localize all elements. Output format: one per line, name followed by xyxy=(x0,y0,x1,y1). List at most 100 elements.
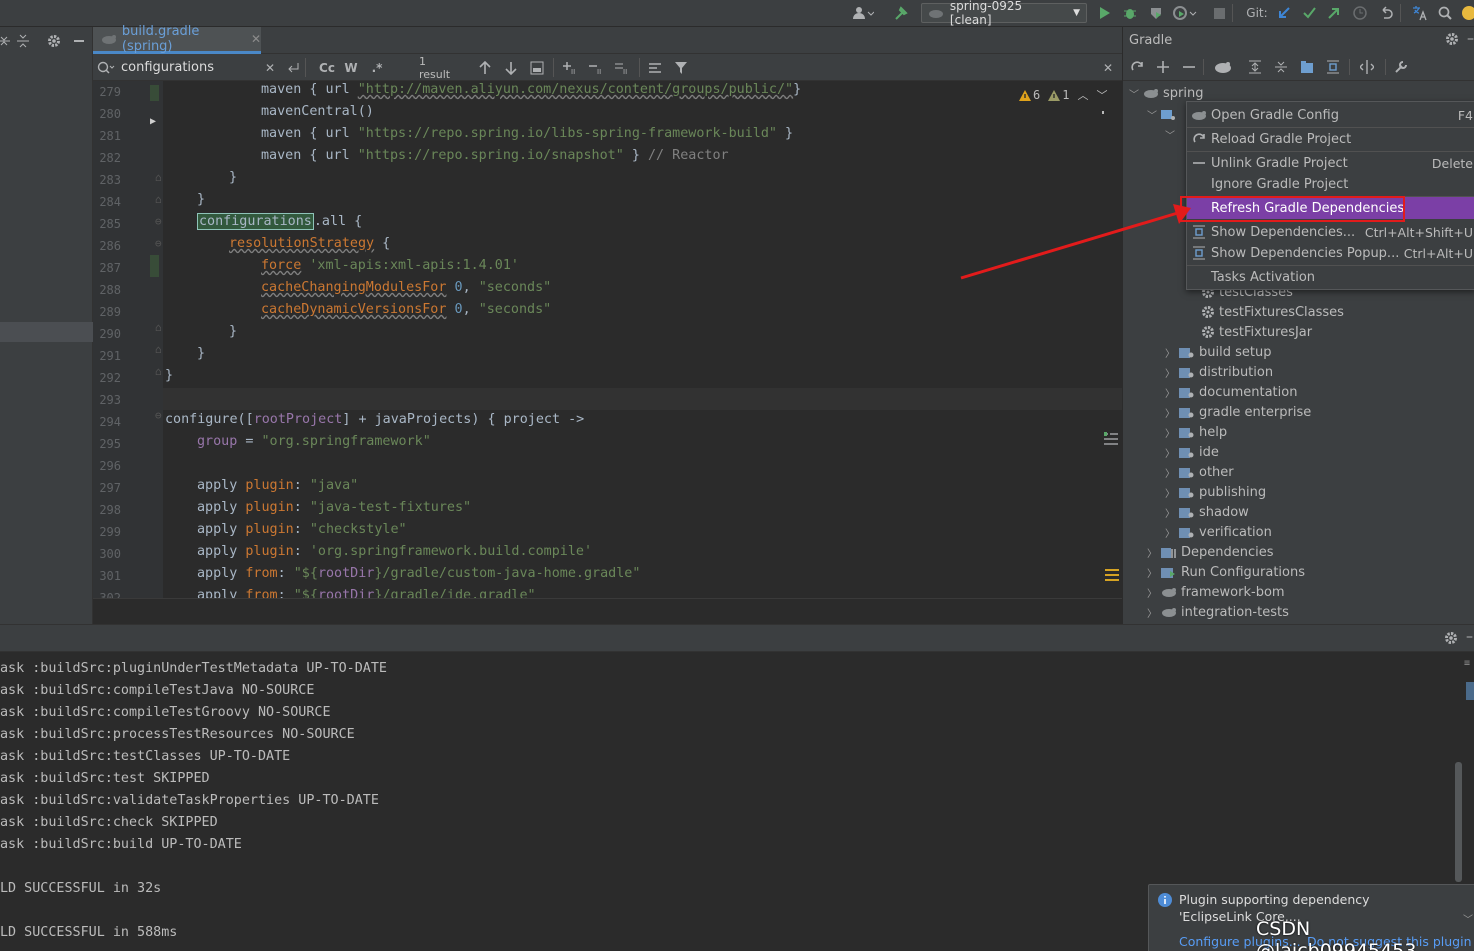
chevron-down-icon[interactable]: ﹀ xyxy=(1165,127,1175,142)
filter-search-results-icon[interactable] xyxy=(529,59,545,77)
history-icon[interactable] xyxy=(1352,4,1368,22)
chevron-right-icon[interactable]: 〉 xyxy=(1165,365,1175,380)
chevron-right-icon[interactable]: 〉 xyxy=(1165,485,1175,500)
collapse-all-icon[interactable] xyxy=(1273,59,1289,75)
chevron-right-icon[interactable]: 〉 xyxy=(1165,345,1175,360)
remove-occurrence-icon[interactable]: II xyxy=(587,59,605,77)
gradle-task-node[interactable]: testFixturesClasses xyxy=(1201,302,1344,322)
warning-count[interactable]: 6 xyxy=(1019,88,1040,102)
rollback-icon[interactable] xyxy=(1378,4,1394,22)
expand-collapse-icon[interactable] xyxy=(16,32,30,50)
gradle-root-node[interactable]: ﹀ spring xyxy=(1129,83,1203,103)
git-push-icon[interactable] xyxy=(1326,4,1342,22)
menu-item-ignore-gradle-project[interactable]: Ignore Gradle Project xyxy=(1187,173,1474,195)
user-icon[interactable] xyxy=(850,4,876,22)
ide-update-icon[interactable] xyxy=(1462,4,1474,22)
filter-icon[interactable] xyxy=(673,59,689,77)
gradle-dependencies-node[interactable]: 〉 Dependencies xyxy=(1147,542,1274,562)
stop-icon[interactable] xyxy=(1212,4,1226,22)
clear-search-icon[interactable]: ✕ xyxy=(263,59,277,77)
inspection-widget[interactable]: 6 1 ︿ ﹀ xyxy=(1019,87,1107,103)
menu-item-open-gradle-config[interactable]: Open Gradle Config F4 xyxy=(1187,104,1474,126)
gradle-module-node[interactable]: 〉 framework-bom xyxy=(1147,582,1285,602)
gradle-task-group-node[interactable]: 〉 gradle enterprise xyxy=(1165,402,1311,422)
build-hammer-icon[interactable] xyxy=(892,4,910,22)
gradle-tasks-node[interactable]: ﹀ xyxy=(1147,104,1175,124)
add-project-icon[interactable] xyxy=(1155,59,1171,75)
profile-icon[interactable] xyxy=(1172,4,1198,22)
offline-mode-icon[interactable] xyxy=(1359,59,1375,75)
hide-gradle-icon[interactable]: – xyxy=(1467,31,1474,47)
chevron-down-icon[interactable]: ﹀ xyxy=(1129,86,1139,101)
chevron-right-icon[interactable]: 〉 xyxy=(1165,465,1175,480)
execute-task-icon[interactable] xyxy=(1213,59,1233,75)
new-line-icon[interactable] xyxy=(285,59,301,77)
chevron-right-icon[interactable]: 〉 xyxy=(1165,385,1175,400)
close-tab-icon[interactable]: ✕ xyxy=(251,32,261,46)
project-tree-selected-row[interactable] xyxy=(0,322,93,342)
console-vertical-scrollbar[interactable] xyxy=(1455,762,1462,882)
chevron-right-icon[interactable]: 〉 xyxy=(1165,505,1175,520)
gradle-module-node[interactable]: 〉 integration-tests xyxy=(1147,602,1289,622)
menu-item-tasks-activation[interactable]: Tasks Activation xyxy=(1187,266,1474,288)
search-history-icon[interactable] xyxy=(97,61,115,75)
menu-item-show-dependencies-popup[interactable]: Show Dependencies Popup... Ctrl+Alt+U xyxy=(1187,242,1474,264)
show-dependencies-icon[interactable] xyxy=(1325,59,1341,75)
editor-horizontal-scroll[interactable] xyxy=(93,598,1122,624)
chevron-right-icon[interactable]: 〉 xyxy=(1147,565,1157,580)
previous-occurrence-icon[interactable] xyxy=(477,59,493,77)
fold-marker-icon[interactable]: ⌂ xyxy=(155,193,162,206)
menu-item-unlink-gradle-project[interactable]: Unlink Gradle Project Delete xyxy=(1187,152,1474,174)
search-everywhere-icon[interactable] xyxy=(1437,4,1453,22)
chevron-right-icon[interactable]: 〉 xyxy=(1165,425,1175,440)
gradle-task-group-node[interactable]: 〉 publishing xyxy=(1165,482,1266,502)
chevron-right-icon[interactable]: 〉 xyxy=(1165,525,1175,540)
coverage-icon[interactable] xyxy=(1148,4,1164,22)
group-modules-icon[interactable] xyxy=(1299,59,1315,75)
add-occurrence-icon[interactable]: II xyxy=(561,59,579,77)
gradle-task-group-node[interactable]: 〉 shadow xyxy=(1165,502,1249,522)
chevron-right-icon[interactable]: 〉 xyxy=(1147,545,1157,560)
param-hints-icon[interactable] xyxy=(1103,431,1119,447)
search-in-selection-icon[interactable] xyxy=(647,59,663,77)
menu-item-reload-gradle-project[interactable]: Reload Gradle Project xyxy=(1187,128,1474,150)
select-all-occurrences-icon[interactable]: II xyxy=(613,59,631,77)
fold-marker-icon[interactable]: ⌂ xyxy=(155,171,162,184)
menu-item-show-dependencies[interactable]: Show Dependencies... Ctrl+Alt+Shift+U xyxy=(1187,221,1474,243)
chevron-right-icon[interactable]: 〉 xyxy=(1147,605,1157,620)
fold-marker-icon[interactable]: ⌂ xyxy=(155,321,162,334)
run-gutter-icon[interactable]: ▶ xyxy=(150,116,156,127)
settings-gear-icon[interactable] xyxy=(46,32,62,50)
error-stripe-mark[interactable] xyxy=(1102,111,1104,114)
close-find-bar-icon[interactable]: ✕ xyxy=(1101,59,1115,77)
hide-panel-icon[interactable] xyxy=(72,32,86,50)
previous-problem-icon[interactable]: ︿ xyxy=(1077,87,1088,103)
gradle-task-group-node[interactable]: 〉 other xyxy=(1165,462,1234,482)
weak-warning-count[interactable]: 1 xyxy=(1048,88,1069,102)
run-configuration-select[interactable]: spring-0925 [clean] ▼ xyxy=(921,0,1087,27)
build-tool-settings-icon[interactable] xyxy=(1393,59,1409,75)
error-stripe-marks[interactable] xyxy=(1105,569,1119,581)
chevron-down-icon[interactable]: ﹀ xyxy=(1147,107,1157,122)
gradle-task-node[interactable]: testFixturesJar xyxy=(1201,322,1312,342)
tab-build-gradle[interactable]: build.gradle (spring) ✕ xyxy=(93,24,261,54)
fold-marker-icon[interactable]: ⌂ xyxy=(155,365,162,378)
fold-marker-icon[interactable]: ⊖ xyxy=(155,409,162,422)
run-panel-settings-icon[interactable] xyxy=(1444,631,1458,645)
git-update-icon[interactable] xyxy=(1276,4,1292,22)
gradle-run-configurations-node[interactable]: 〉 Run Configurations xyxy=(1147,562,1305,582)
gradle-settings-icon[interactable] xyxy=(1445,32,1459,46)
chevron-right-icon[interactable]: 〉 xyxy=(1165,445,1175,460)
expand-all-icon[interactable] xyxy=(1247,59,1263,75)
translate-icon[interactable] xyxy=(1410,4,1428,22)
remove-project-icon[interactable] xyxy=(1181,59,1197,75)
gradle-task-group-node[interactable]: 〉 help xyxy=(1165,422,1227,442)
match-case-toggle[interactable]: Cc xyxy=(317,59,337,77)
regex-toggle[interactable]: .* xyxy=(369,59,385,77)
collapse-all-icon[interactable] xyxy=(0,32,12,50)
scroll-to-end-icon[interactable] xyxy=(1466,682,1474,700)
gradle-task-group-node[interactable]: 〉 documentation xyxy=(1165,382,1297,402)
code-editor[interactable]: ▶ ⌂ ⌂ ⊖ ⊖ ⌂ ⌂ ⌂ ⊖ 279 280 281 282 283 28… xyxy=(93,81,1122,598)
fold-marker-icon[interactable]: ⌂ xyxy=(155,343,162,356)
whole-words-toggle[interactable]: W xyxy=(343,59,359,77)
